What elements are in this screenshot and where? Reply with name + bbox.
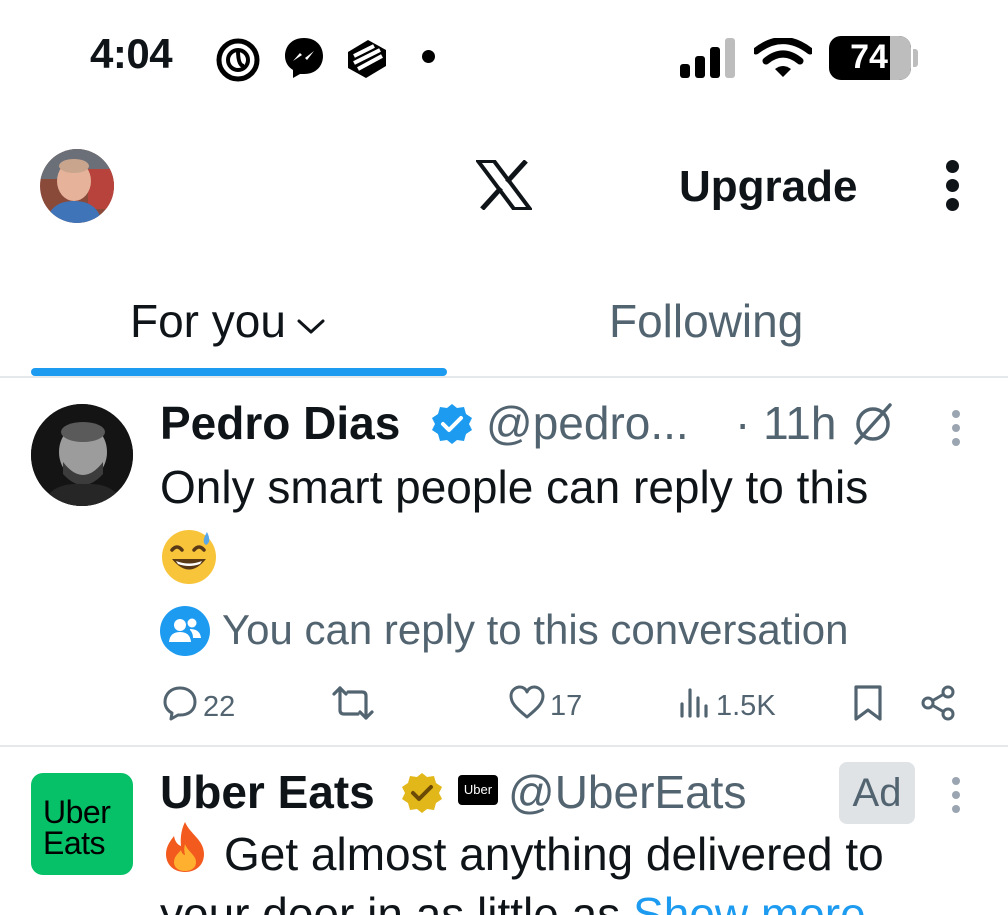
- gold-verified-badge-icon[interactable]: [400, 771, 444, 820]
- post-timestamp[interactable]: · 11h: [735, 396, 836, 450]
- share-button[interactable]: [919, 684, 961, 730]
- post-actions: 22 17 1.5K: [0, 680, 1008, 730]
- active-tab-indicator: [31, 368, 447, 376]
- timeline-tabs: For you Following: [0, 280, 1008, 378]
- bookmark-button[interactable]: [851, 684, 889, 730]
- tab-for-you[interactable]: For you: [130, 294, 326, 348]
- more-vertical-icon[interactable]: [940, 160, 964, 211]
- post[interactable]: Pedro Dias @pedro... · 11h Only smart pe…: [0, 380, 1008, 747]
- post-author-handle[interactable]: @pedro...: [486, 396, 689, 450]
- reply-icon: [161, 684, 203, 730]
- like-count: 17: [550, 689, 583, 722]
- promoted-post-text-line1: Get almost anything delivered to: [160, 822, 884, 887]
- notification-dot: [422, 50, 435, 63]
- bookmark-icon: [851, 684, 889, 730]
- post-author-name[interactable]: Uber Eats: [160, 765, 375, 819]
- affiliate-badge[interactable]: Uber: [458, 775, 498, 805]
- fire-emoji: [160, 820, 210, 887]
- tab-following-label: Following: [609, 295, 804, 347]
- show-more-link[interactable]: Show more: [633, 888, 866, 915]
- status-bar: 4:04 74: [0, 0, 1008, 118]
- sweat-smile-emoji: [160, 528, 218, 591]
- status-time: 4:04: [90, 30, 173, 77]
- people-icon: [160, 606, 210, 661]
- verified-badge-icon[interactable]: [430, 402, 474, 451]
- uber-eats-logo-line2: Eats: [43, 825, 106, 861]
- uber-eats-logo[interactable]: Uber Eats: [31, 773, 133, 875]
- chevron-down-icon[interactable]: [296, 294, 326, 348]
- post-text: Only smart people can reply to this: [160, 461, 869, 513]
- repost-icon: [332, 684, 378, 730]
- messenger-icon: [283, 36, 325, 85]
- post-more-icon[interactable]: [952, 410, 960, 452]
- app-icon: [344, 36, 390, 87]
- views-icon: [678, 684, 716, 728]
- grok-icon[interactable]: [850, 402, 896, 451]
- repost-button[interactable]: [332, 684, 378, 730]
- share-icon: [919, 684, 961, 730]
- promoted-post[interactable]: Uber Eats Uber Eats Uber @UberEats Ad Ge…: [0, 749, 1008, 915]
- promoted-post-text-2: your door in as little as: [160, 888, 634, 915]
- threads-icon: [214, 36, 262, 89]
- tab-following[interactable]: Following: [609, 294, 803, 348]
- reply-restriction-text: You can reply to this conversation: [222, 606, 849, 653]
- battery-icon: 74: [829, 36, 911, 80]
- post-author-handle[interactable]: @UberEats: [508, 765, 746, 819]
- battery-level: 74: [850, 38, 888, 76]
- views-button[interactable]: 1.5K: [678, 684, 776, 728]
- ad-badge: Ad: [839, 762, 915, 824]
- promoted-post-text-1: Get almost anything delivered to: [224, 828, 884, 880]
- reply-button[interactable]: 22: [161, 684, 235, 730]
- tab-for-you-label: For you: [130, 295, 286, 347]
- like-button[interactable]: 17: [508, 684, 582, 728]
- post-more-icon[interactable]: [952, 777, 960, 819]
- post-author-avatar[interactable]: [31, 404, 133, 506]
- battery-nub: [913, 49, 918, 67]
- upgrade-button[interactable]: Upgrade: [679, 162, 857, 212]
- cell-signal-icon: [680, 38, 736, 83]
- view-count: 1.5K: [716, 689, 776, 722]
- profile-avatar[interactable]: [40, 149, 114, 223]
- heart-icon: [508, 684, 550, 728]
- uber-eats-logo-line1: Uber: [43, 794, 111, 830]
- post-author-name[interactable]: Pedro Dias: [160, 396, 400, 450]
- reply-count: 22: [203, 690, 236, 723]
- wifi-icon: [752, 37, 814, 83]
- x-logo-icon[interactable]: [474, 159, 534, 215]
- promoted-post-text-line2: your door in as little as Show more: [160, 885, 866, 915]
